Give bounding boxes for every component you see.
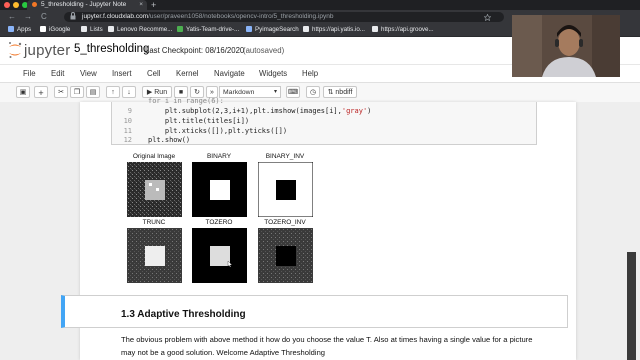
close-window-button[interactable]	[4, 2, 10, 8]
tozero-inv-image	[258, 228, 313, 283]
bookmark-lenovo[interactable]: Lenovo Recomme...	[108, 24, 172, 36]
notebook-page: for i in range(6): 9 plt.subplot(2,3,i+1…	[61, 97, 576, 360]
star-icon[interactable]	[484, 14, 491, 21]
bookmark-pyimagesearch[interactable]: PyimageSearch	[246, 24, 299, 36]
plot-title-original: Original Image	[132, 153, 176, 160]
original-image	[127, 162, 182, 217]
code-line: plt.subplot(2,3,i+1),plt.imshow(images[i…	[148, 107, 372, 115]
plot-title-tozero-inv: TOZERO_INV	[264, 219, 306, 226]
section-heading: 1.3 Adaptive Thresholding	[121, 309, 246, 320]
add-cell-icon[interactable]: +	[34, 86, 48, 98]
code-cell[interactable]: for i in range(6): 9 plt.subplot(2,3,i+1…	[111, 97, 537, 145]
menu-insert[interactable]: Insert	[112, 69, 132, 78]
cell-type-select[interactable]: Markdown ▾	[219, 86, 281, 98]
nbdiff-button[interactable]: ⇅ nbdiff	[323, 86, 357, 98]
menu-view[interactable]: View	[80, 69, 97, 78]
pyimagesearch-icon	[246, 26, 252, 32]
bookmark-igoogle[interactable]: iGoogle	[40, 24, 70, 36]
plot-title-binary: BINARY	[206, 153, 232, 160]
autosave-status: (autosaved)	[243, 46, 285, 55]
minimize-window-button[interactable]	[13, 2, 19, 8]
new-tab-button[interactable]: +	[151, 0, 156, 10]
diff-icon: ⇅	[327, 89, 334, 96]
tozero-image	[192, 228, 247, 283]
line-number: 9	[127, 107, 132, 115]
globe-icon	[303, 26, 309, 32]
line-number: 11	[123, 127, 132, 135]
cut-icon[interactable]: ✂	[54, 86, 68, 98]
url-input[interactable]: jupyter.f.cloudxlab.com/user/praveen1058…	[64, 12, 504, 22]
paragraph-line: The obvious problem with above method it…	[121, 335, 533, 344]
menu-kernel[interactable]: Kernel	[176, 69, 199, 78]
jupyter-favicon-icon	[32, 2, 37, 7]
jupyter-logo[interactable]: jupyter	[8, 41, 70, 61]
lock-icon	[70, 12, 76, 24]
menu-edit[interactable]: Edit	[51, 69, 64, 78]
browser-tab-strip: 5_thresholding - Jupyter Note × +	[0, 0, 640, 10]
save-icon[interactable]: ▣	[16, 86, 30, 98]
code-line: plt.title(titles[i])	[148, 117, 250, 125]
keyboard-icon[interactable]: ⌨	[286, 86, 300, 98]
tab-title: 5_thresholding - Jupyter Note	[41, 1, 127, 8]
apps-icon	[8, 26, 14, 32]
bookmark-apps[interactable]: Apps	[8, 24, 31, 36]
move-down-icon[interactable]: ↓	[122, 86, 136, 98]
plot-title-binary-inv: BINARY_INV	[265, 153, 305, 160]
url-text: jupyter.f.cloudxlab.com/user/praveen1058…	[82, 13, 334, 20]
paragraph-line: may not be a good solution. Welcome Adap…	[121, 348, 326, 357]
bookmark-api-groove[interactable]: https://api.groove...	[372, 24, 434, 36]
binary-inv-image	[258, 162, 313, 217]
globe-icon	[372, 26, 378, 32]
jupyter-brand: jupyter	[24, 42, 71, 59]
menu-navigate[interactable]: Navigate	[214, 69, 245, 78]
folder-icon	[81, 26, 87, 32]
browser-tab[interactable]: 5_thresholding - Jupyter Note ×	[27, 0, 147, 10]
binary-image	[192, 162, 247, 217]
reload-icon[interactable]: C	[41, 12, 47, 22]
google-icon	[40, 26, 46, 32]
chevron-down-icon: ▾	[273, 89, 277, 95]
run-icon: ▶	[146, 89, 153, 96]
line-number: 10	[123, 117, 132, 125]
tab-close-icon[interactable]: ×	[139, 0, 143, 10]
copy-icon[interactable]: ❐	[70, 86, 84, 98]
bookmark-api-yatis[interactable]: https://api.yatis.io...	[303, 24, 365, 36]
code-line: plt.xticks([]),plt.yticks([])	[148, 127, 288, 135]
line-number: 12	[123, 136, 132, 144]
clock-icon[interactable]: ◷	[306, 86, 320, 98]
side-panel-edge	[627, 252, 636, 360]
move-up-icon[interactable]: ↑	[106, 86, 120, 98]
trunc-image	[127, 228, 182, 283]
bookmark-lists[interactable]: Lists	[81, 24, 103, 36]
webcam-overlay	[512, 15, 620, 77]
notebook-name[interactable]: 5_thresholding	[74, 43, 149, 55]
bookmark-yatis-team-drive[interactable]: Yatis-Team-drive-...	[177, 24, 239, 36]
drive-icon	[177, 26, 183, 32]
code-line-partial: for i in range(6):	[148, 97, 224, 105]
menu-widgets[interactable]: Widgets	[259, 69, 287, 78]
plot-title-tozero: TOZERO	[205, 219, 233, 226]
presenter-video-image	[512, 15, 620, 77]
notebook-area: for i in range(6): 9 plt.subplot(2,3,i+1…	[0, 97, 640, 360]
notebook-toolbar: ▣ + ✂ ❐ ▤ ↑ ↓ ▶ Run ■ ↻ » Markdown ▾ ⌨ ◷…	[0, 82, 640, 103]
menu-file[interactable]: File	[23, 69, 36, 78]
paste-icon[interactable]: ▤	[86, 86, 100, 98]
menu-cell[interactable]: Cell	[147, 69, 160, 78]
forward-icon[interactable]: →	[24, 12, 32, 22]
folder-icon	[108, 26, 114, 32]
back-icon[interactable]: ←	[8, 12, 16, 22]
menu-help[interactable]: Help	[302, 69, 318, 78]
jupyter-logo-icon	[9, 42, 22, 58]
plot-title-trunc: TRUNC	[142, 219, 166, 226]
code-line: plt.show()	[148, 136, 191, 144]
last-checkpoint: Last Checkpoint: 08/16/2020	[145, 46, 245, 55]
